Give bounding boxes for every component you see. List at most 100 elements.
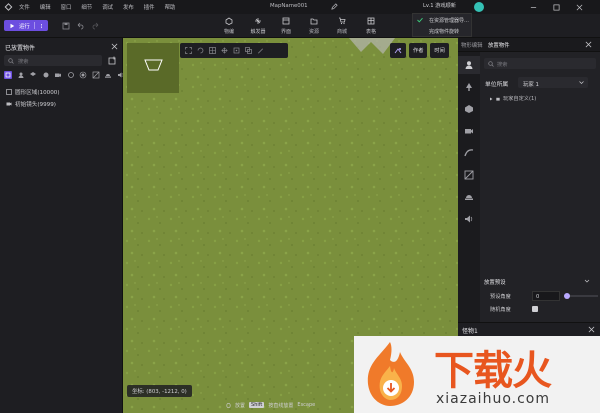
- search-icon: [8, 57, 14, 64]
- grid-icon[interactable]: [209, 47, 216, 54]
- menubar: 文件 编辑 窗口 细节 调试 发布 插件 帮助 MapName001 Lv.1 …: [0, 0, 600, 14]
- angle-input[interactable]: 0: [532, 291, 560, 301]
- move-icon[interactable]: [221, 47, 228, 54]
- filter-item-icon[interactable]: [29, 71, 37, 79]
- minimap[interactable]: [127, 43, 179, 93]
- fullscreen-icon[interactable]: [185, 47, 192, 54]
- flame-logo-icon: [360, 340, 420, 408]
- menu-window[interactable]: 窗口: [61, 3, 72, 11]
- tab-shape-edit[interactable]: 物形编辑: [461, 41, 483, 49]
- more-options-icon[interactable]: [39, 23, 44, 29]
- avatar[interactable]: [474, 2, 484, 12]
- play-icon: [10, 23, 15, 28]
- tool-resources[interactable]: 资源: [303, 16, 325, 36]
- tree-item-label: 圆形区域(10000): [15, 90, 60, 96]
- menu-publish[interactable]: 发布: [123, 3, 134, 11]
- place-settings-header[interactable]: 放置预设: [484, 278, 506, 286]
- chevron-down-icon: [579, 80, 584, 85]
- search-placeholder: 搜索: [497, 61, 508, 68]
- layers-icon[interactable]: [245, 47, 252, 54]
- camera-frustum-icon: [144, 59, 163, 71]
- sound-icon[interactable]: [464, 214, 474, 224]
- check-icon: [417, 17, 423, 23]
- filter-decoration-icon[interactable]: [42, 71, 50, 79]
- save-icon[interactable]: [62, 22, 70, 30]
- run-button[interactable]: 运行: [4, 20, 48, 31]
- chevron-down-icon[interactable]: [584, 278, 590, 284]
- level-badge[interactable]: Lv.1 游戏顺新: [423, 2, 456, 9]
- close-icon[interactable]: [111, 43, 118, 50]
- tool-store[interactable]: 商城: [331, 16, 353, 36]
- mouse-icon: [226, 402, 231, 408]
- edit-name-icon[interactable]: [331, 3, 338, 10]
- tree-item-circle-area[interactable]: 圆形区域(10000): [6, 86, 60, 98]
- app-logo-icon: [4, 3, 13, 11]
- filter-all-icon[interactable]: [4, 71, 12, 79]
- tool-table[interactable]: 表格: [360, 16, 382, 36]
- filter-unit-icon[interactable]: [17, 71, 25, 79]
- placed-objects-tree: 圆形区域(10000) 初始镜头(9999): [6, 86, 60, 110]
- redo-icon[interactable]: [92, 22, 100, 30]
- tree-icon[interactable]: [464, 82, 474, 92]
- folder-icon: [496, 97, 500, 101]
- author-button[interactable]: 作者: [409, 43, 428, 58]
- menu-debug[interactable]: 调试: [102, 3, 113, 11]
- menu-detail[interactable]: 细节: [81, 3, 92, 11]
- tool-table-label: 表格: [365, 29, 376, 35]
- watermark: 下载火 xiazaihuo.com: [354, 336, 600, 413]
- menu-help[interactable]: 帮助: [165, 3, 176, 11]
- close-window-icon[interactable]: [576, 4, 583, 11]
- maximize-icon[interactable]: [553, 4, 560, 11]
- monster-panel-title: 怪物1: [462, 328, 478, 335]
- tree-item-initial-camera[interactable]: 初始镜头(9999): [6, 98, 60, 110]
- menu-plugins[interactable]: 插件: [144, 3, 155, 11]
- snap-icon[interactable]: [233, 47, 240, 54]
- menu-file[interactable]: 文件: [19, 3, 30, 11]
- close-icon[interactable]: [588, 326, 595, 333]
- viewport-right-tools: 作者 时间: [390, 43, 449, 58]
- watermark-subtitle: xiazaihuo.com: [436, 391, 550, 407]
- filter-path-icon[interactable]: [92, 71, 100, 79]
- angle-slider[interactable]: [564, 293, 598, 299]
- undo-icon[interactable]: [76, 22, 84, 30]
- author-button-label: 作者: [413, 48, 424, 54]
- menu-bar: 文件 编辑 窗口 细节 调试 发布 插件 帮助: [19, 0, 175, 14]
- area-icon: [6, 89, 12, 95]
- lighting-toggle-button[interactable]: [390, 43, 406, 58]
- light-icon[interactable]: [464, 192, 474, 202]
- minimize-icon[interactable]: [530, 4, 537, 11]
- close-icon[interactable]: [585, 41, 592, 48]
- notification-line-1: 在资源管理器导…: [429, 18, 470, 24]
- category-unit[interactable]: [458, 56, 480, 74]
- tool-ui[interactable]: 界面: [275, 16, 297, 36]
- tree-item-label: 玩家自定义(1): [503, 96, 537, 102]
- filter-point-icon[interactable]: [79, 71, 87, 79]
- tab-place-objects[interactable]: 放置物件: [488, 41, 510, 49]
- item-icon[interactable]: [464, 104, 474, 114]
- search-input[interactable]: 搜索: [484, 58, 596, 69]
- expand-arrow-icon: [490, 97, 493, 100]
- right-panel-tabs: 物形编辑 放置物件: [458, 38, 600, 52]
- toolbar: 运行 物编 触发器 界面 资源 商城 表格: [0, 14, 600, 38]
- category-rail: [458, 52, 480, 322]
- add-object-icon[interactable]: [108, 56, 117, 65]
- object-editor-icon: [225, 17, 233, 25]
- owner-select[interactable]: 玩家 1: [518, 77, 588, 88]
- brush-icon[interactable]: [257, 47, 264, 54]
- slider-knob[interactable]: [564, 293, 570, 299]
- filter-light-icon[interactable]: [104, 71, 112, 79]
- notification-line-2: 完成物件旋转: [429, 29, 460, 35]
- region-icon[interactable]: [464, 170, 474, 180]
- search-input[interactable]: 搜索: [4, 55, 102, 66]
- time-button[interactable]: 时间: [430, 43, 449, 58]
- rotate-icon[interactable]: [197, 47, 204, 54]
- tool-trigger[interactable]: 触发器: [247, 16, 269, 36]
- tree-item-player-custom[interactable]: 玩家自定义(1): [489, 95, 536, 102]
- filter-area-icon[interactable]: [67, 71, 75, 79]
- video-icon[interactable]: [464, 126, 474, 136]
- curve-icon[interactable]: [464, 148, 474, 158]
- menu-edit[interactable]: 编辑: [40, 3, 51, 11]
- filter-camera-icon[interactable]: [54, 71, 62, 79]
- random-angle-checkbox[interactable]: [532, 306, 538, 312]
- tool-object-editor[interactable]: 物编: [218, 16, 240, 36]
